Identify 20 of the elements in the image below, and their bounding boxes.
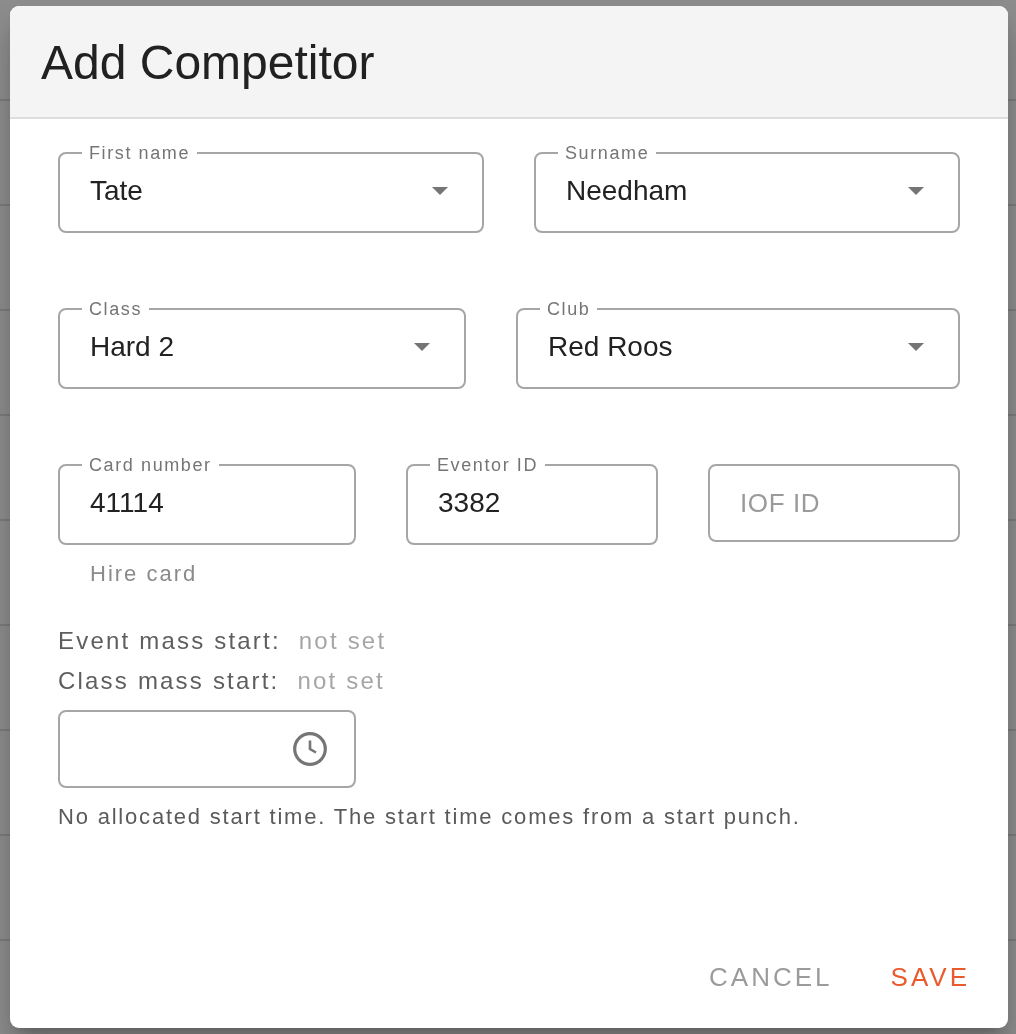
helper-text: No allocated start time. The start time comes from a start punch. xyxy=(58,803,802,831)
mass-start-label: Class mass start: xyxy=(58,666,280,696)
dropdown-field[interactable]: Club Red Roos xyxy=(516,299,960,389)
caret-icon xyxy=(908,187,924,195)
save-button[interactable]: SAVE xyxy=(878,952,980,1002)
mass-start-value: not set xyxy=(298,626,387,656)
mass-start-value: not set xyxy=(297,666,385,696)
dropdown-field[interactable]: Class Hard 2 xyxy=(58,299,466,389)
caret-icon xyxy=(414,343,430,351)
clock-icon[interactable] xyxy=(293,732,327,766)
mass-start-label: Event mass start: xyxy=(58,626,281,656)
dropdown-field[interactable]: First name Tate xyxy=(58,143,484,233)
text-field[interactable]: Eventor ID 3382 xyxy=(406,455,658,545)
dialog-title: Add Competitor xyxy=(41,36,375,87)
helper-text: Hire card xyxy=(89,561,199,587)
dropdown-field[interactable]: Surname Needham xyxy=(534,143,960,233)
caret-icon xyxy=(908,343,924,351)
text-field[interactable]: Card number 41114 xyxy=(58,455,356,545)
time-field[interactable] xyxy=(58,710,356,788)
caret-icon xyxy=(432,187,448,195)
